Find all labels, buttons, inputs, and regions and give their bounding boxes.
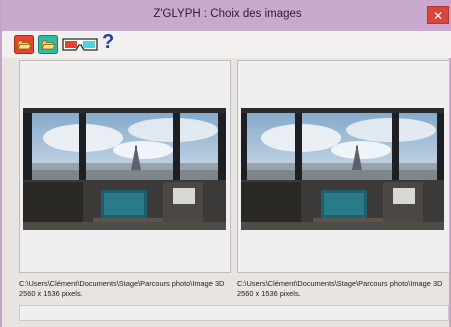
close-button[interactable]: ✕ — [427, 6, 449, 24]
anaglyph-button[interactable] — [62, 35, 98, 54]
right-image-size: 2560 x 1536 pixels. — [237, 289, 301, 298]
status-bar — [19, 305, 449, 321]
right-image-path: C:\Users\Clément\Documents\Stage\Parcour… — [237, 279, 443, 288]
right-image-info: C:\Users\Clément\Documents\Stage\Parcour… — [237, 279, 451, 299]
left-image-path: C:\Users\Clément\Documents\Stage\Parcour… — [19, 279, 225, 288]
right-image-preview — [241, 108, 444, 230]
open-right-folder-icon — [38, 35, 58, 54]
window-title: Z'GLYPH : Choix des images — [153, 8, 302, 20]
right-image-panel[interactable] — [237, 60, 450, 273]
title-bar[interactable]: Z'GLYPH : Choix des images ✕ — [2, 0, 451, 31]
open-left-folder-icon — [14, 35, 34, 54]
left-image-panel[interactable] — [19, 60, 231, 273]
left-image-size: 2560 x 1536 pixels. — [19, 289, 83, 298]
app-window: Z'GLYPH : Choix des images ✕ ? C:\Users\… — [0, 0, 451, 327]
anaglyph-glasses-icon — [62, 38, 98, 51]
open-left-image-button[interactable] — [14, 35, 34, 54]
toolbar: ? — [2, 31, 451, 58]
open-right-image-button[interactable] — [38, 35, 58, 54]
help-button[interactable]: ? — [102, 31, 114, 54]
left-image-info: C:\Users\Clément\Documents\Stage\Parcour… — [19, 279, 244, 299]
left-image-preview — [23, 108, 226, 230]
